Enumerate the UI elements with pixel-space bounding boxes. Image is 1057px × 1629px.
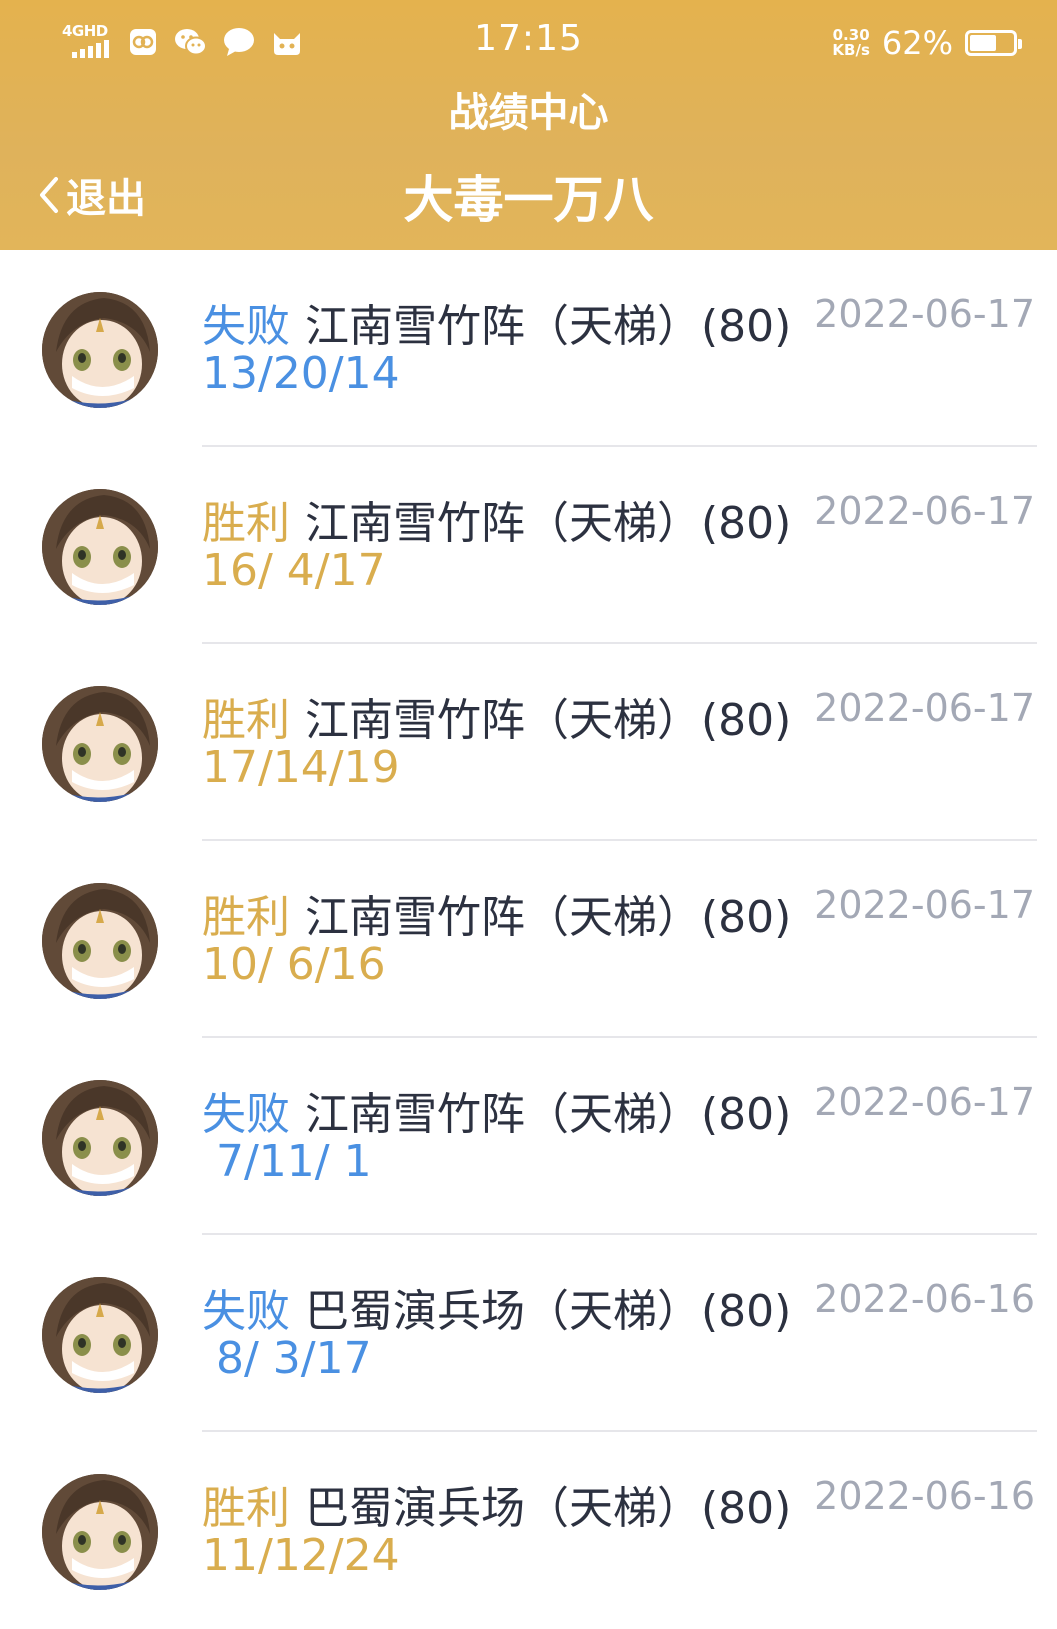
status-bar: 4GHD 17:15 0.30 KB/s 62%: [0, 0, 1057, 84]
match-result: 失败: [202, 1089, 290, 1140]
match-kda: 7/11/ 1: [202, 1136, 372, 1187]
match-date: 2022-06-17: [814, 1080, 1035, 1124]
match-date: 2022-06-16: [814, 1277, 1035, 1321]
match-row[interactable]: 胜利 江南雪竹阵（天梯）(80) 16/ 4/17 2022-06-17: [0, 447, 1057, 644]
avatar: [42, 1474, 158, 1590]
battery-icon: [965, 30, 1022, 56]
status-right: 0.30 KB/s 62%: [832, 24, 1022, 62]
match-kda: 8/ 3/17: [202, 1333, 372, 1384]
match-result: 胜利: [202, 892, 290, 943]
match-map: 巴蜀演兵场（天梯）(80): [305, 1286, 792, 1337]
match-row[interactable]: 胜利 江南雪竹阵（天梯）(80) 17/14/19 2022-06-17: [0, 644, 1057, 841]
match-result: 失败: [202, 301, 290, 352]
match-row[interactable]: 失败 巴蜀演兵场（天梯）(80) 8/ 3/17 2022-06-16: [0, 1235, 1057, 1432]
match-kda: 16/ 4/17: [202, 545, 386, 596]
match-date: 2022-06-16: [814, 1474, 1035, 1518]
match-kda: 17/14/19: [202, 742, 400, 793]
match-date: 2022-06-17: [814, 292, 1035, 336]
match-result: 胜利: [202, 1483, 290, 1534]
match-result: 胜利: [202, 498, 290, 549]
match-kda: 11/12/24: [202, 1530, 400, 1581]
match-date: 2022-06-17: [814, 489, 1035, 533]
page-title: 战绩中心: [448, 90, 609, 136]
battery-percent: 62%: [881, 24, 953, 62]
match-row[interactable]: 胜利 巴蜀演兵场（天梯）(80) 11/12/24 2022-06-16: [0, 1432, 1057, 1629]
match-row[interactable]: 胜利 江南雪竹阵（天梯）(80) 10/ 6/16 2022-06-17: [0, 841, 1057, 1038]
avatar: [42, 292, 158, 408]
avatar: [42, 883, 158, 999]
avatar: [42, 489, 158, 605]
match-date: 2022-06-17: [814, 686, 1035, 730]
match-result: 胜利: [202, 695, 290, 746]
avatar: [42, 1277, 158, 1393]
match-list: 失败 江南雪竹阵（天梯）(80) 13/20/14 2022-06-17 胜利 …: [0, 250, 1057, 1629]
match-kda: 10/ 6/16: [202, 939, 386, 990]
match-map: 江南雪竹阵（天梯）(80): [305, 301, 792, 352]
player-name: 大毒一万八: [403, 171, 654, 229]
match-map: 江南雪竹阵（天梯）(80): [305, 892, 792, 943]
match-date: 2022-06-17: [814, 883, 1035, 927]
match-row[interactable]: 失败 江南雪竹阵（天梯）(80) 13/20/14 2022-06-17: [0, 250, 1057, 447]
match-result: 失败: [202, 1286, 290, 1337]
match-map: 巴蜀演兵场（天梯）(80): [305, 1483, 792, 1534]
avatar: [42, 1080, 158, 1196]
match-kda: 13/20/14: [202, 348, 400, 399]
match-map: 江南雪竹阵（天梯）(80): [305, 695, 792, 746]
match-map: 江南雪竹阵（天梯）(80): [305, 498, 792, 549]
match-row[interactable]: 失败 江南雪竹阵（天梯）(80) 7/11/ 1 2022-06-17: [0, 1038, 1057, 1235]
match-map: 江南雪竹阵（天梯）(80): [305, 1089, 792, 1140]
network-speed: 0.30 KB/s: [832, 26, 870, 59]
avatar: [42, 686, 158, 802]
header: 4GHD 17:15 0.30 KB/s 62% 战绩中心 退出 大毒一万八: [0, 0, 1057, 250]
